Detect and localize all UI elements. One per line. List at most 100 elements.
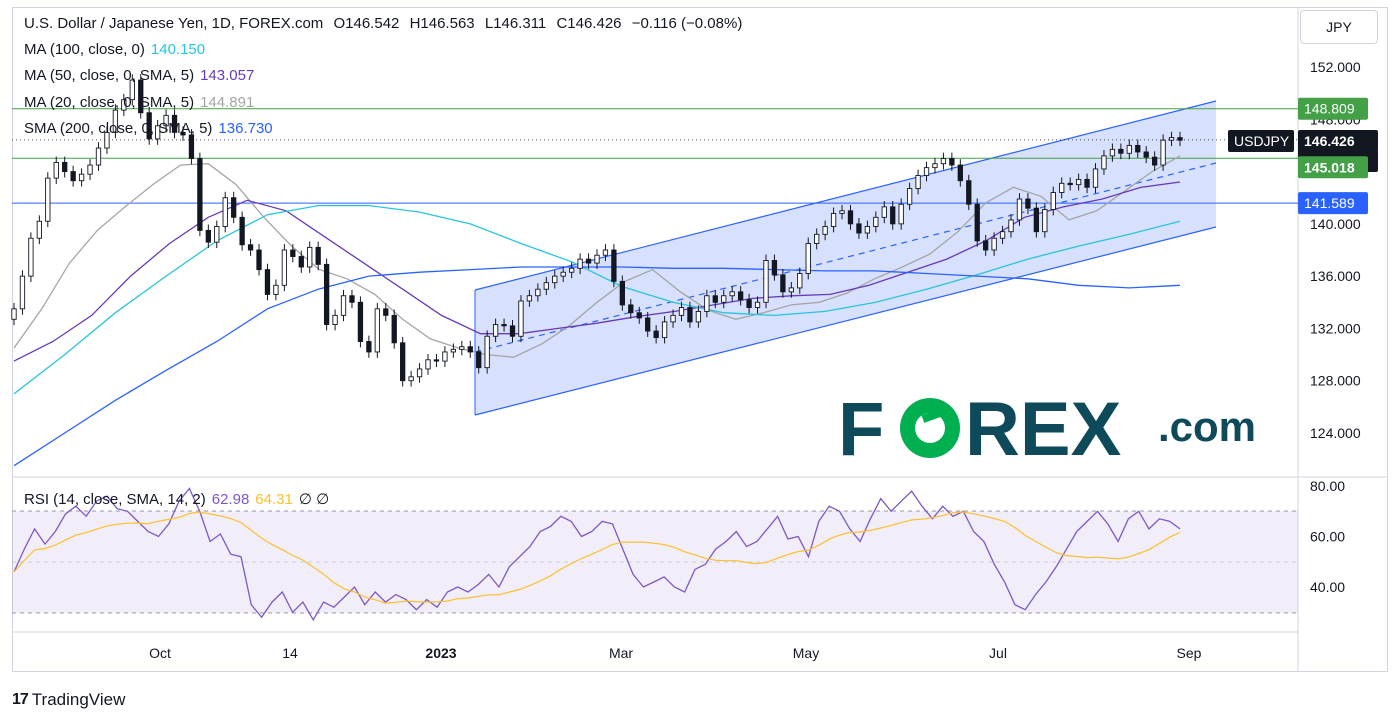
candle-body xyxy=(645,317,651,332)
candle-body xyxy=(577,258,583,269)
candle-body xyxy=(822,226,828,235)
candle-body xyxy=(197,158,203,231)
candle-body xyxy=(95,147,102,166)
candle-body xyxy=(433,359,440,362)
currency-button[interactable]: JPY xyxy=(1300,10,1378,44)
level-145-tag: 145.018 xyxy=(1304,159,1355,175)
change-value: −0.116 (−0.08%) xyxy=(631,15,743,32)
candle-body xyxy=(70,171,76,182)
candle-body xyxy=(492,324,499,337)
time-tick-label: 2023 xyxy=(425,645,456,661)
candle-body xyxy=(36,220,42,239)
time-tick-label: Mar xyxy=(609,645,633,661)
ma50-legend[interactable]: MA (50, close, 0, SMA, 5) 143.057 xyxy=(24,67,260,84)
regression-channel xyxy=(475,101,1216,415)
tradingview-brand[interactable]: 17 TradingView xyxy=(12,690,125,710)
candle-body xyxy=(552,275,558,284)
time-tick-label: Oct xyxy=(149,645,171,661)
candle-body xyxy=(425,359,431,370)
candle-body xyxy=(256,249,262,271)
candle-body xyxy=(62,161,68,173)
candle-body xyxy=(1059,182,1065,193)
candle-body xyxy=(805,243,811,274)
candle-body xyxy=(290,249,296,257)
price-tick-label: 140.000 xyxy=(1310,216,1361,232)
level-141-tag: 141.589 xyxy=(1304,195,1355,211)
candle-body xyxy=(881,206,887,218)
low-value: 146.311 xyxy=(493,15,547,32)
candle-body xyxy=(670,314,676,323)
candle-body xyxy=(264,269,271,295)
candle-body xyxy=(400,342,406,382)
candle-body xyxy=(1143,151,1149,158)
sma200-legend[interactable]: SMA (200, close, 0, SMA, 5) 136.730 xyxy=(24,120,279,137)
level-148-tag: 148.809 xyxy=(1304,101,1355,117)
candle-body xyxy=(602,249,609,256)
candle-body xyxy=(754,301,761,308)
candle-body xyxy=(501,324,507,327)
price-tick-label: 128.000 xyxy=(1310,373,1361,389)
candle-body xyxy=(28,237,34,277)
candle-body xyxy=(78,173,85,182)
rsi-legend[interactable]: RSI (14, close, SMA, 14, 2) 62.98 64.31 ∅ ∅ xyxy=(24,490,335,508)
candle-body xyxy=(53,161,59,179)
candle-body xyxy=(923,167,930,176)
candle-body xyxy=(628,304,634,314)
candle-body xyxy=(966,180,972,205)
candle-body xyxy=(526,295,533,302)
candle-body xyxy=(383,308,389,316)
candle-body xyxy=(518,300,524,337)
candle-body xyxy=(585,258,592,264)
candle-body xyxy=(864,226,871,234)
watermark-letter-f: F xyxy=(838,387,884,472)
time-tick-label: May xyxy=(793,645,819,661)
candle-body xyxy=(1160,139,1166,166)
candle-body xyxy=(459,346,465,350)
candle-body xyxy=(560,271,566,277)
ma20-legend[interactable]: MA (20, close, 0, SMA, 5) 144.891 xyxy=(24,94,260,111)
candle-body xyxy=(839,210,845,214)
candle-body xyxy=(543,282,549,290)
candle-body xyxy=(205,229,211,243)
candle-body xyxy=(340,295,347,316)
candle-body xyxy=(771,260,778,276)
time-tick-label: 14 xyxy=(282,645,298,661)
candle-body xyxy=(222,197,228,227)
rsi-tick-label: 80.00 xyxy=(1310,478,1345,494)
candle-body xyxy=(890,206,896,225)
candle-body xyxy=(87,164,93,175)
candle-body xyxy=(999,231,1006,239)
candle-body xyxy=(1177,137,1183,141)
ma100-legend[interactable]: MA (100, close, 0) 140.150 xyxy=(24,41,211,58)
candle-body xyxy=(1084,178,1090,188)
candle-body xyxy=(509,325,516,337)
candle-body xyxy=(678,307,685,316)
symbol-legend: U.S. Dollar / Japanese Yen, 1D, FOREX.co… xyxy=(24,15,743,32)
candle-body xyxy=(349,295,355,303)
candle-body xyxy=(45,177,51,222)
candle-body xyxy=(932,163,938,169)
candle-body xyxy=(569,267,575,273)
open-value: 146.542 xyxy=(345,15,400,32)
candle-body xyxy=(797,273,803,289)
candle-body xyxy=(974,203,980,242)
watermark-letters-rex: REX xyxy=(965,387,1122,472)
candle-body xyxy=(307,246,313,268)
candle-body xyxy=(484,335,490,369)
candle-body xyxy=(442,351,448,362)
candle-body xyxy=(1067,182,1073,186)
tradingview-logo-icon: 17 xyxy=(12,691,29,708)
candle-body xyxy=(357,301,364,342)
candle-body xyxy=(780,274,786,293)
candle-body xyxy=(746,299,752,308)
price-tick-label: 152.000 xyxy=(1310,59,1361,75)
candle-body xyxy=(636,312,642,319)
candle-body xyxy=(391,314,397,344)
candle-body xyxy=(611,249,617,282)
candle-body xyxy=(1075,178,1082,186)
candle-body xyxy=(1008,219,1014,233)
candle-body xyxy=(991,237,997,251)
candle-body xyxy=(476,351,482,369)
candle-body xyxy=(467,346,473,353)
watermark-dotcom: .com xyxy=(1158,403,1256,450)
